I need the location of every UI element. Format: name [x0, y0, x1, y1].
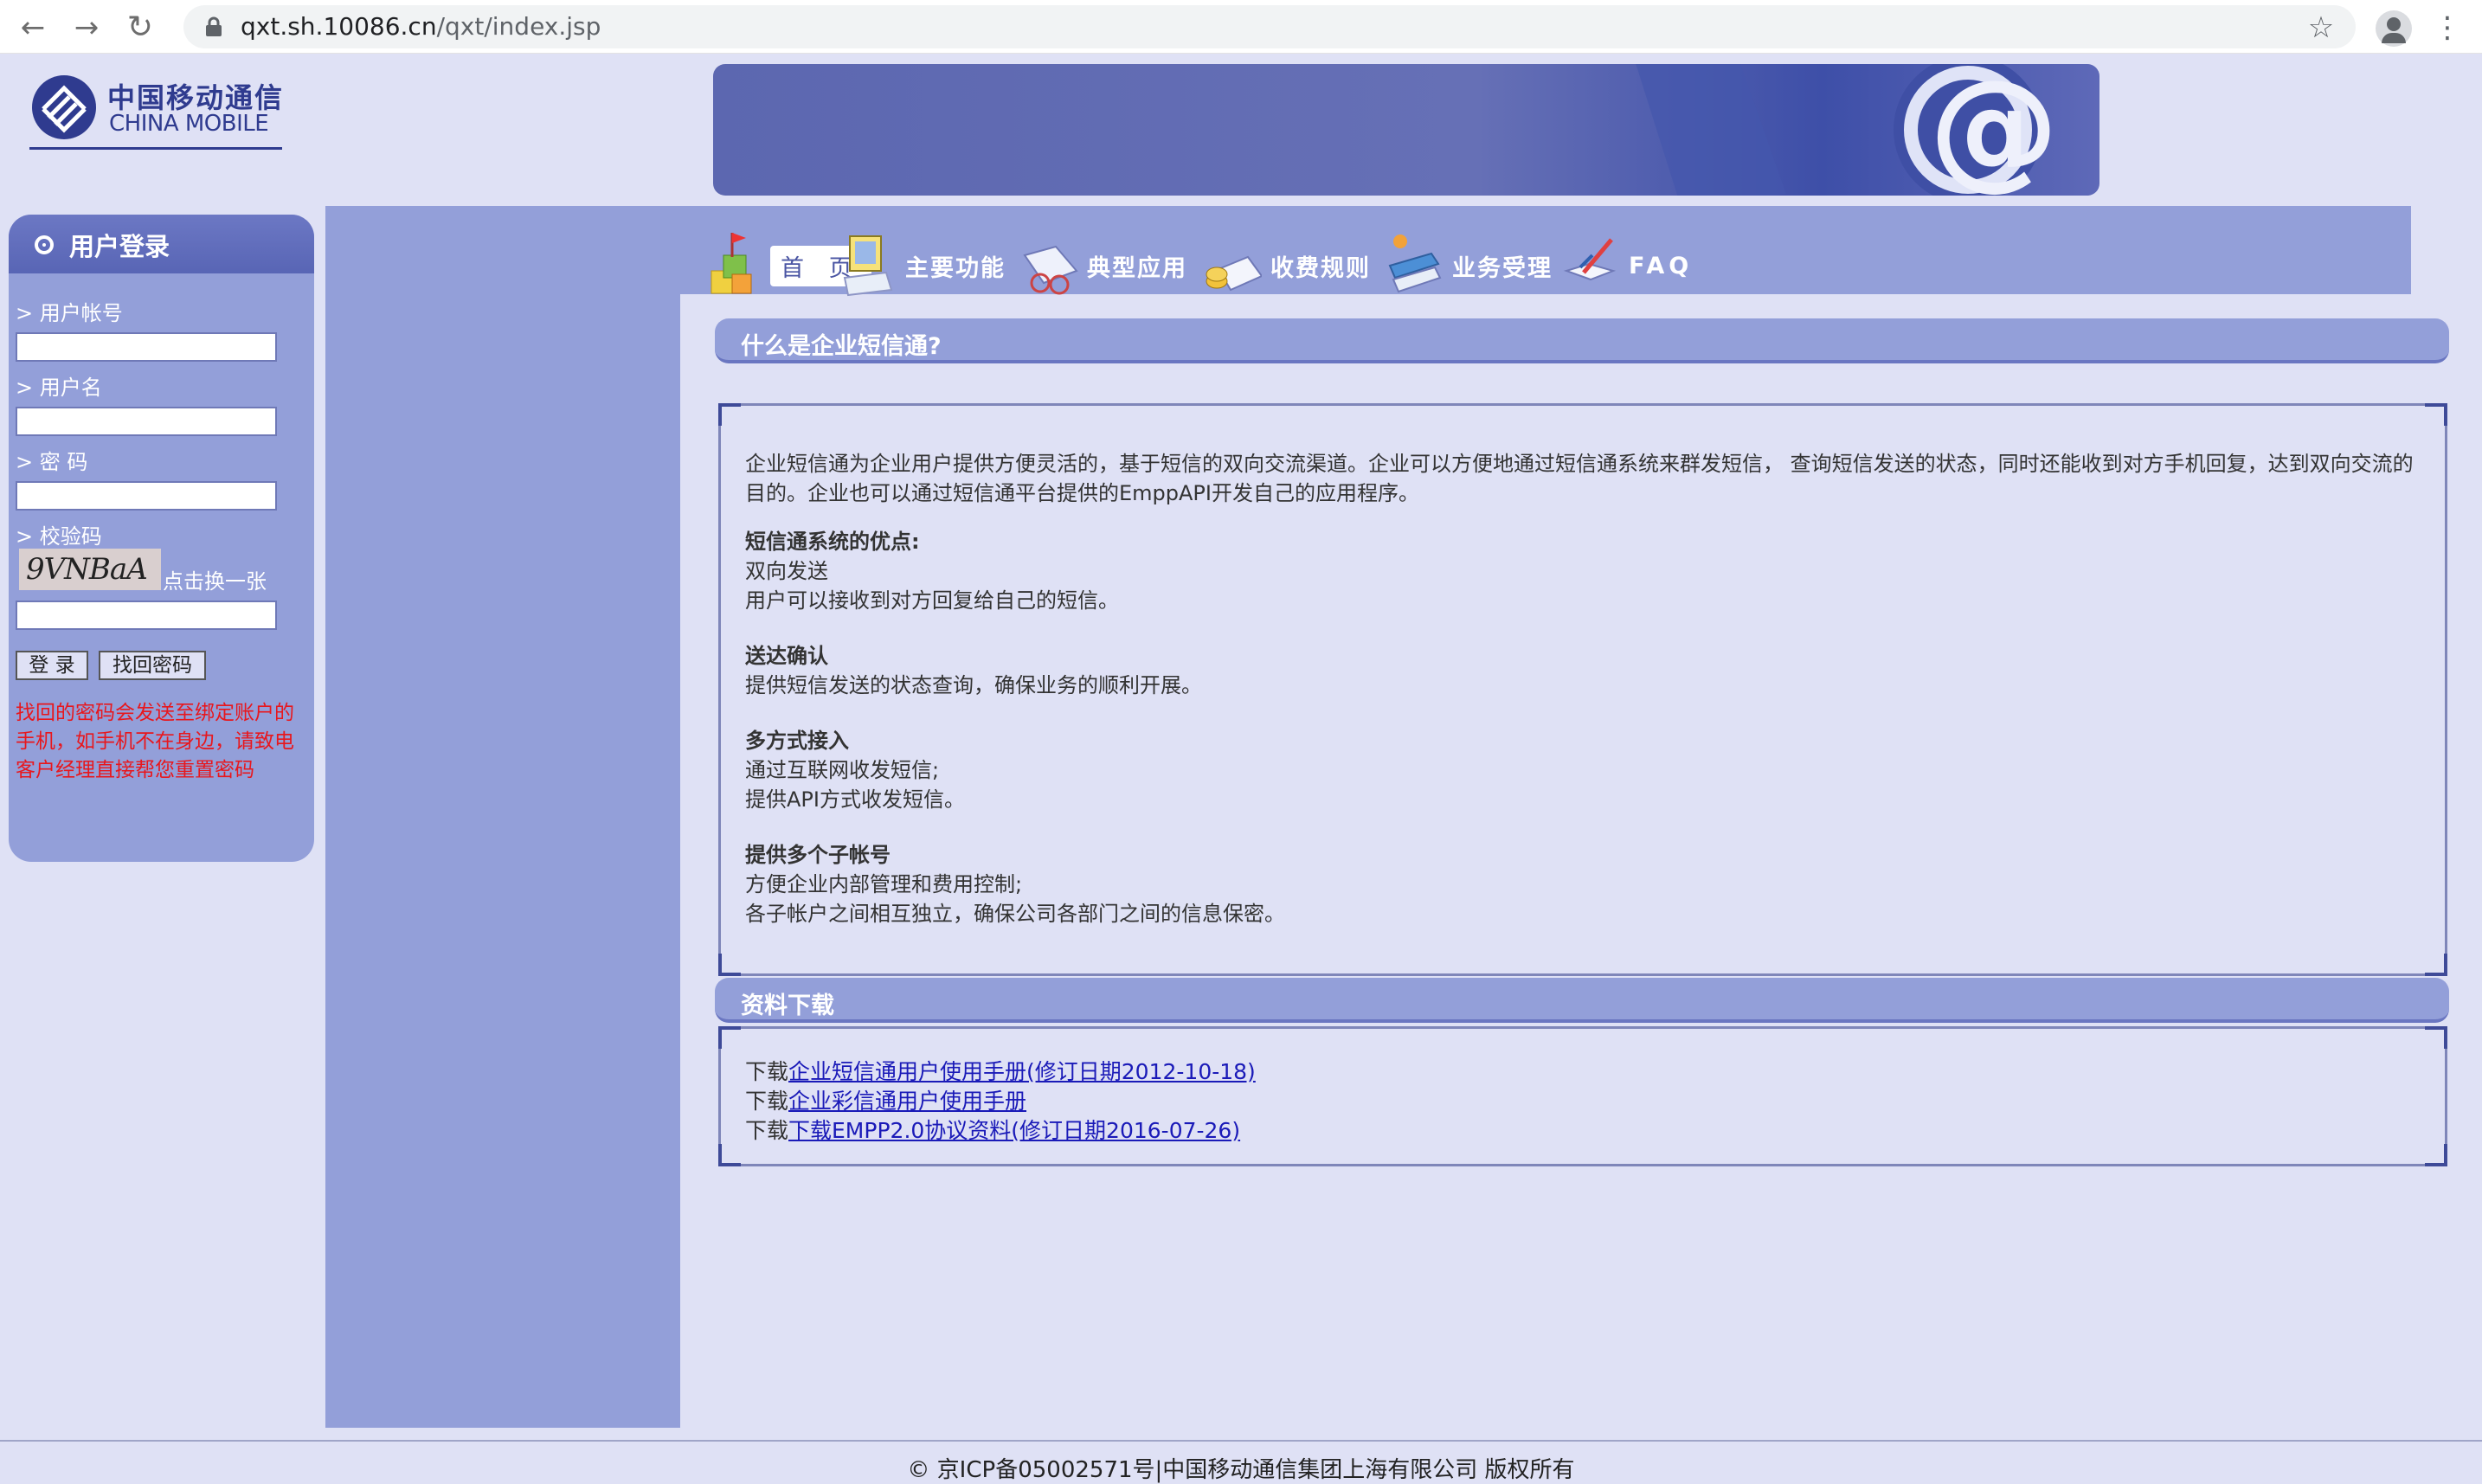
nav-item-service[interactable]: 业务受理: [1386, 227, 1553, 305]
recover-password-notice: 找回的密码会发送至绑定账户的手机，如手机不在身边，请致电客户经理直接帮您重置密码: [16, 702, 294, 781]
feature-line: 通过互联网收发短信;: [745, 758, 940, 782]
pen-book-icon: [1563, 238, 1617, 281]
corner-top-left: [718, 1026, 741, 1049]
china-mobile-logo[interactable]: 中国移动通信 CHINA MOBILE: [29, 73, 289, 152]
nav-label-service: 业务受理: [1452, 254, 1553, 282]
feature-line: 用户可以接收到对方回复给自己的短信。: [745, 588, 1119, 613]
download-prefix: 下载: [745, 1118, 789, 1143]
browser-toolbar: ← → ↻ qxt.sh.10086.cn/qxt/index.jsp ☆ ⋮: [0, 0, 2482, 54]
glasses-book-icon: [1023, 245, 1078, 295]
nav-label-features: 主要功能: [905, 254, 1006, 282]
download-link-sms-manual[interactable]: 企业短信通用户使用手册(修订日期2012-10-18): [788, 1059, 1256, 1084]
address-bar[interactable]: qxt.sh.10086.cn/qxt/index.jsp: [183, 5, 2356, 48]
account-input[interactable]: [16, 332, 277, 362]
logo-underline: [29, 147, 282, 150]
login-header: 用户登录: [9, 215, 314, 273]
feature-heading: 双向发送: [745, 559, 828, 583]
downloads-section-header: 资料下载: [715, 978, 2449, 1023]
nav-item-applications[interactable]: 典型应用: [1021, 227, 1187, 305]
bullet-icon: [35, 235, 54, 254]
intro-paragraph: 企业短信通为企业用户提供方便灵活的，基于短信的双向交流渠道。企业可以方便地通过短…: [745, 452, 2414, 505]
feature-line: 提供短信发送的状态查询，确保业务的顺利开展。: [745, 673, 1202, 697]
corner-top-right: [2425, 1026, 2447, 1049]
login-panel: 用户登录 > 用户帐号 > 用户名 > 密 码 > 校验码 9VNBaA 点击换…: [9, 215, 314, 862]
downloads-box: 下载企业短信通用户使用手册(修订日期2012-10-18) 下载企业彩信通用户使…: [718, 1026, 2447, 1166]
feature-multi-access: 多方式接入 通过互联网收发短信; 提供API方式收发短信。: [745, 726, 965, 814]
corner-top-right: [2425, 403, 2447, 426]
refresh-captcha-link[interactable]: 点击换一张: [163, 564, 267, 594]
header-banner: @: [713, 64, 2099, 196]
download-row: 下载下载EMPP2.0协议资料(修订日期2016-07-26): [745, 1114, 1240, 1145]
username-input[interactable]: [16, 407, 277, 436]
svg-text:@: @: [1929, 64, 2059, 196]
password-label: > 密 码: [16, 450, 88, 474]
logo-text-en: CHINA MOBILE: [109, 111, 269, 137]
download-row: 下载企业彩信通用户使用手册: [745, 1084, 1026, 1115]
downloads-title: 资料下载: [741, 993, 834, 1019]
corner-bottom-left: [718, 954, 741, 976]
nav-item-features[interactable]: 主要功能: [839, 227, 1006, 305]
menu-icon[interactable]: ⋮: [2432, 9, 2463, 47]
lock-icon: [206, 16, 222, 36]
reload-icon[interactable]: ↻: [121, 9, 159, 47]
download-link-mms-manual[interactable]: 企业彩信通用户使用手册: [788, 1089, 1026, 1114]
username-label: > 用户名: [16, 376, 102, 400]
url-text: qxt.sh.10086.cn/qxt/index.jsp: [241, 5, 601, 48]
intro-title: 什么是企业短信通?: [741, 333, 942, 360]
nav-label-pricing: 收费规则: [1270, 254, 1371, 282]
captcha-label: > 校验码: [16, 524, 102, 549]
banner-at-icon: @: [1636, 64, 2059, 196]
download-prefix: 下载: [745, 1059, 789, 1084]
nav-label-faq: FAQ: [1629, 252, 1694, 279]
feature-line: 各子帐户之间相互独立，确保公司各部门之间的信息保密。: [745, 902, 1285, 926]
corner-bottom-right: [2425, 954, 2447, 976]
captcha-image[interactable]: 9VNBaA: [19, 549, 161, 590]
corner-bottom-right: [2425, 1144, 2447, 1166]
download-link-empp-protocol[interactable]: 下载EMPP2.0协议资料(修订日期2016-07-26): [788, 1118, 1240, 1143]
footer-divider: [0, 1440, 2482, 1442]
corner-bottom-left: [718, 1144, 741, 1166]
feature-heading: 多方式接入: [745, 729, 849, 753]
back-icon[interactable]: ←: [14, 9, 52, 47]
sidebar-background: [325, 206, 680, 1428]
advantages-heading: 短信通系统的优点:: [745, 530, 920, 554]
computer-icon: [843, 235, 893, 297]
nav-item-pricing[interactable]: 收费规则: [1205, 227, 1371, 305]
intro-box: 企业短信通为企业用户提供方便灵活的，基于短信的双向交流渠道。企业可以方便地通过短…: [718, 403, 2447, 976]
download-row: 下载企业短信通用户使用手册(修订日期2012-10-18): [745, 1055, 1256, 1086]
footer-copyright: © 京ICP备05002571号|中国移动通信集团上海有限公司 版权所有: [907, 1457, 1575, 1483]
feature-sub-accounts: 提供多个子帐号 方便企业内部管理和费用控制; 各子帐户之间相互独立，确保公司各部…: [745, 840, 1285, 928]
captcha-input[interactable]: [16, 601, 277, 630]
profile-icon[interactable]: [2376, 10, 2412, 47]
url-host: qxt.sh.10086.cn: [241, 12, 437, 41]
feature-bidirectional: 双向发送 用户可以接收到对方回复给自己的短信。: [745, 556, 1119, 615]
star-icon[interactable]: ☆: [2302, 9, 2340, 47]
coins-card-icon: [1206, 255, 1262, 292]
download-prefix: 下载: [745, 1089, 789, 1114]
feature-delivery: 送达确认 提供短信发送的状态查询，确保业务的顺利开展。: [745, 641, 1202, 700]
books-icon: [1388, 234, 1442, 293]
nav-label-applications: 典型应用: [1087, 254, 1187, 282]
corner-top-left: [718, 403, 741, 426]
intro-section-header: 什么是企业短信通?: [715, 318, 2449, 363]
password-input[interactable]: [16, 481, 277, 511]
feature-line: 方便企业内部管理和费用控制;: [745, 872, 1023, 896]
account-label: > 用户帐号: [16, 301, 123, 325]
forward-icon[interactable]: →: [68, 9, 106, 47]
url-path: /qxt/index.jsp: [436, 12, 601, 41]
feature-heading: 送达确认: [745, 644, 828, 668]
login-title: 用户登录: [69, 232, 170, 261]
logo-icon: [32, 75, 96, 139]
recover-password-button[interactable]: 找回密码: [99, 651, 206, 680]
feature-heading: 提供多个子帐号: [745, 843, 891, 867]
feature-line: 提供API方式收发短信。: [745, 787, 965, 812]
nav-item-faq[interactable]: FAQ: [1563, 227, 1693, 305]
login-button[interactable]: 登 录: [16, 651, 88, 680]
home-blocks-icon: [711, 233, 752, 294]
